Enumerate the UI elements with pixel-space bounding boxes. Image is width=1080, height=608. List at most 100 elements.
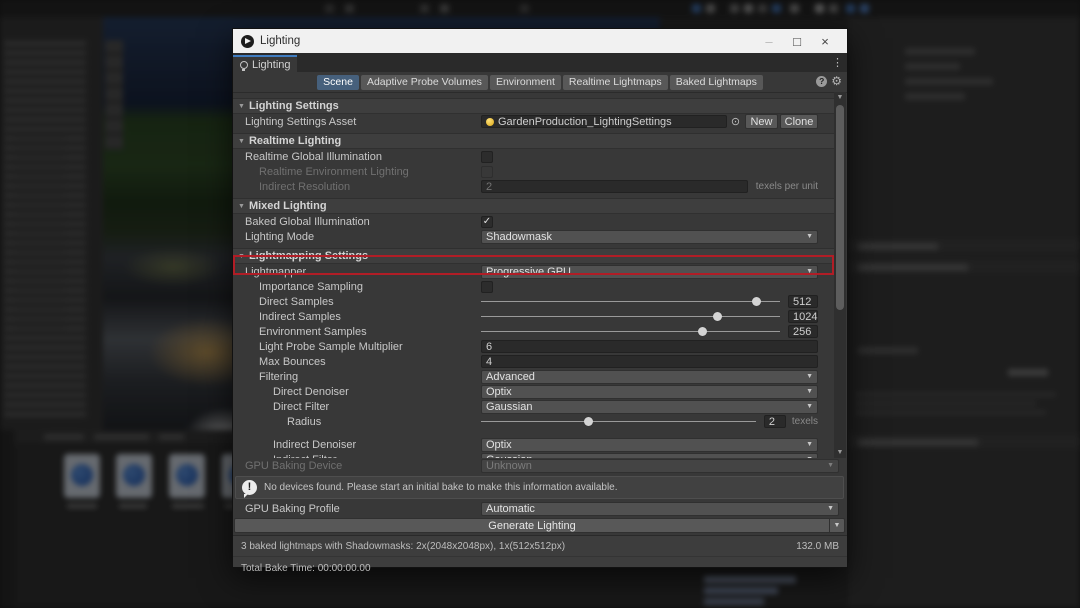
realtime-gi-checkbox[interactable] [481, 151, 493, 163]
field-label: Indirect Denoiser [273, 439, 356, 451]
row-indirect-resolution: Indirect Resolution 2 texels per unit [233, 179, 834, 194]
field-label: Filtering [259, 371, 298, 383]
field-label: Indirect Samples [259, 311, 341, 323]
window-title: Lighting [260, 35, 300, 47]
close-icon[interactable]: × [811, 34, 839, 49]
direct-denoiser-dropdown[interactable]: Optix ▼ [481, 385, 818, 399]
row-gpu-baking-profile: GPU Baking Profile Automatic ▼ [233, 501, 847, 516]
field-label: GPU Baking Device [245, 460, 342, 472]
section-title: Lighting Settings [249, 100, 339, 112]
lighting-settings-asset-field[interactable]: GardenProduction_LightingSettings [481, 115, 727, 128]
field-label: Realtime Global Illumination [245, 151, 382, 163]
bake-status-bar: 3 baked lightmaps with Shadowmasks: 2x(2… [233, 535, 847, 567]
section-lightmapping-settings[interactable]: ▼ Lightmapping Settings [233, 248, 834, 264]
generate-lighting-button[interactable]: Generate Lighting [234, 518, 830, 533]
row-realtime-environment-lighting: Realtime Environment Lighting [233, 164, 834, 179]
row-filtering: Filtering Advanced ▼ [233, 369, 834, 384]
object-picker-icon[interactable]: ⊙ [729, 115, 742, 128]
dock-tab-label: Lighting [252, 59, 291, 71]
foldout-icon: ▼ [238, 253, 245, 260]
kebab-menu-icon[interactable]: ⋮ [832, 56, 843, 69]
indirect-resolution-input: 2 [481, 180, 748, 193]
environment-samples-value[interactable]: 256 [788, 325, 818, 338]
foldout-icon: ▼ [238, 103, 245, 110]
field-label: Indirect Resolution [259, 181, 350, 193]
scroll-down-icon[interactable]: ▼ [834, 449, 846, 456]
lighting-mode-dropdown[interactable]: Shadowmask ▼ [481, 230, 818, 244]
row-indirect-samples: Indirect Samples 1024 [233, 309, 834, 324]
field-label: Baked Global Illumination [245, 216, 370, 228]
field-label: Max Bounces [259, 356, 326, 368]
clone-button[interactable]: Clone [780, 114, 818, 129]
maximize-icon[interactable]: □ [783, 34, 811, 49]
section-mixed-lighting[interactable]: ▼ Mixed Lighting [233, 198, 834, 214]
tab-realtime-lightmaps[interactable]: Realtime Lightmaps [563, 75, 668, 90]
minimize-icon[interactable]: – [755, 34, 783, 49]
chevron-down-icon: ▼ [806, 373, 813, 380]
gpu-baking-profile-dropdown[interactable]: Automatic ▼ [481, 502, 839, 516]
chevron-down-icon: ▼ [806, 388, 813, 395]
screen: Lighting – □ × Lighting ⋮ Scene Adaptive… [0, 0, 1080, 608]
window-titlebar: Lighting – □ × [233, 29, 847, 53]
indirect-samples-slider[interactable] [481, 310, 780, 323]
row-light-probe-sample-multiplier: Light Probe Sample Multiplier 6 [233, 339, 834, 354]
new-button[interactable]: New [745, 114, 778, 129]
tab-lighting[interactable]: Lighting [233, 55, 297, 72]
indirect-denoiser-dropdown[interactable]: Optix ▼ [481, 438, 818, 452]
scrollbar-thumb[interactable] [836, 105, 844, 310]
radius-value[interactable]: 2 [764, 415, 786, 428]
help-icon[interactable]: ? [816, 76, 827, 87]
generate-lighting-dropdown[interactable]: ▼ [830, 518, 845, 533]
row-environment-samples: Environment Samples 256 [233, 324, 834, 339]
section-title: Realtime Lighting [249, 135, 341, 147]
direct-samples-slider[interactable] [481, 295, 780, 308]
section-title: Mixed Lighting [249, 200, 327, 212]
info-message: No devices found. Please start an initia… [264, 482, 618, 493]
section-realtime-lighting[interactable]: ▼ Realtime Lighting [233, 133, 834, 149]
direct-filter-dropdown[interactable]: Gaussian ▼ [481, 400, 818, 414]
row-radius: Radius 2 texels [233, 414, 834, 429]
unit-label: texels [792, 416, 818, 427]
section-lighting-settings[interactable]: ▼ Lighting Settings [233, 98, 834, 114]
tab-adaptive-probe-volumes[interactable]: Adaptive Probe Volumes [361, 75, 488, 90]
indirect-samples-value[interactable]: 1024 [788, 310, 818, 323]
row-gpu-baking-device: GPU Baking Device Unknown ▼ [233, 458, 847, 473]
lightmapper-dropdown[interactable]: Progressive GPU ▼ [481, 265, 818, 279]
unit-label: texels per unit [754, 181, 818, 192]
asset-name: GardenProduction_LightingSettings [498, 116, 672, 128]
tab-scene[interactable]: Scene [317, 75, 359, 90]
chevron-down-icon: ▼ [806, 403, 813, 410]
field-label: Direct Filter [273, 401, 329, 413]
field-label: Direct Samples [259, 296, 334, 308]
light-probe-sample-multiplier-input[interactable]: 6 [481, 340, 818, 353]
tab-environment[interactable]: Environment [490, 75, 561, 90]
row-lighting-mode: Lighting Mode Shadowmask ▼ [233, 229, 834, 244]
info-icon: ! [242, 480, 257, 495]
gpu-baking-device-dropdown: Unknown ▼ [481, 459, 839, 473]
gear-icon[interactable]: ⚙ [831, 75, 842, 87]
row-lighting-settings-asset: Lighting Settings Asset GardenProduction… [233, 114, 834, 129]
field-label: Importance Sampling [259, 281, 363, 293]
direct-samples-value[interactable]: 512 [788, 295, 818, 308]
field-label: Realtime Environment Lighting [259, 166, 409, 178]
generate-lighting-row: Generate Lighting ▼ [234, 518, 845, 533]
importance-sampling-checkbox[interactable] [481, 281, 493, 293]
filtering-dropdown[interactable]: Advanced ▼ [481, 370, 818, 384]
environment-samples-slider[interactable] [481, 325, 780, 338]
tab-baked-lightmaps[interactable]: Baked Lightmaps [670, 75, 763, 90]
unity-logo-icon [241, 35, 254, 48]
max-bounces-input[interactable]: 4 [481, 355, 818, 368]
radius-slider[interactable] [481, 415, 756, 428]
row-lightmapper: Lightmapper Progressive GPU ▼ [233, 264, 834, 279]
field-label: Radius [287, 416, 321, 428]
scroll-up-icon[interactable]: ▼ [834, 94, 846, 101]
row-importance-sampling: Importance Sampling [233, 279, 834, 294]
lightmap-summary: 3 baked lightmaps with Shadowmasks: 2x(2… [241, 541, 565, 556]
row-max-bounces: Max Bounces 4 [233, 354, 834, 369]
field-label: Lightmapper [245, 266, 306, 278]
baked-gi-checkbox[interactable]: ✓ [481, 216, 493, 228]
field-label: Light Probe Sample Multiplier [259, 341, 403, 353]
field-label: Lighting Mode [245, 231, 314, 243]
dock-tab-bar: Lighting ⋮ [233, 53, 847, 72]
vertical-scrollbar[interactable]: ▼ ▼ [834, 92, 846, 458]
